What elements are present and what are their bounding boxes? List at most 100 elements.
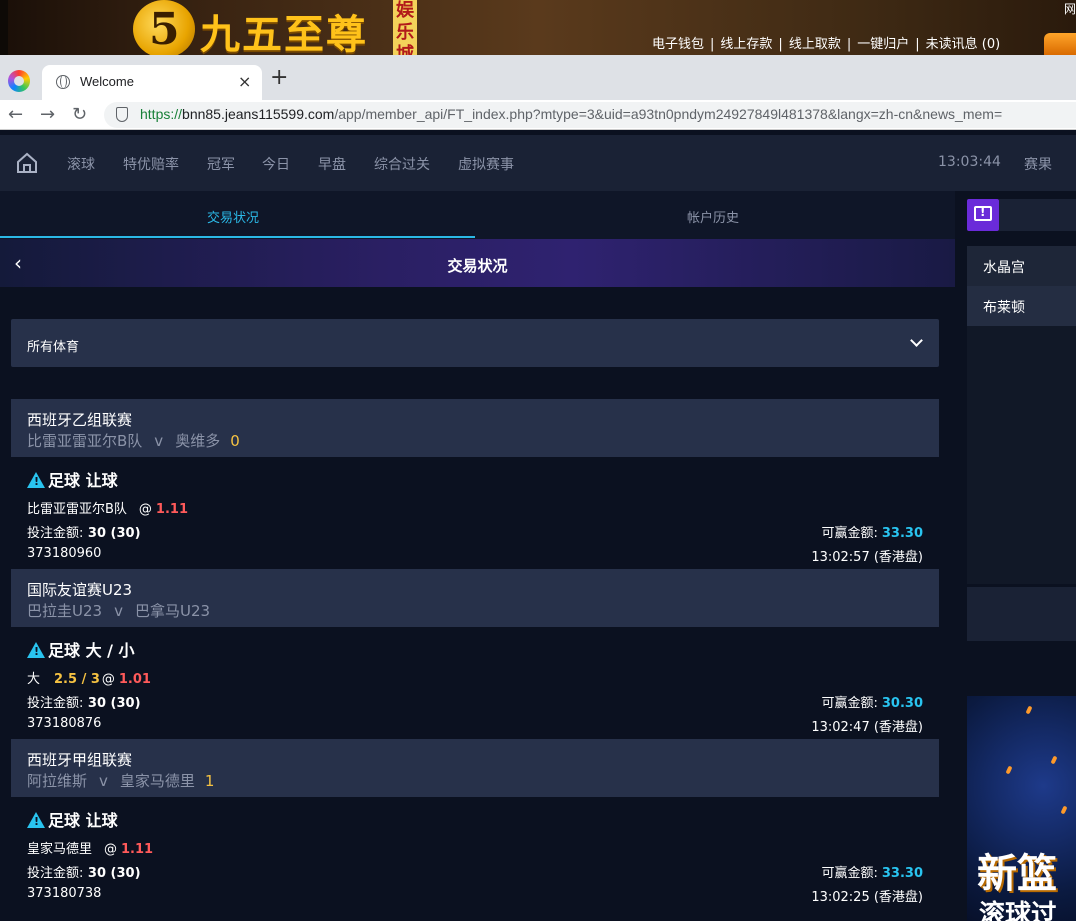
stake: 投注金额: 30 (30) <box>27 862 141 881</box>
security-shield-icon[interactable] <box>116 107 128 122</box>
win-amount: 33.30 <box>881 526 923 541</box>
divider: | <box>710 37 715 52</box>
url-path: /app/member_api/FT_index.php?mtype=3&uid… <box>334 106 1003 122</box>
promo-banner[interactable]: 新篮 滚球过 <box>967 696 1076 921</box>
back-arrow-icon[interactable]: ← <box>8 104 23 125</box>
league-name: 西班牙乙组联赛 <box>27 411 133 429</box>
close-icon[interactable]: × <box>238 72 251 91</box>
link-one-click-transfer[interactable]: 一键归户 <box>857 37 909 52</box>
link-deposit[interactable]: 线上存款 <box>720 37 772 52</box>
divider: | <box>915 37 920 52</box>
bet-selection: 皇家马德里 @1.11 <box>27 838 153 857</box>
nav-item-outright[interactable]: 冠军 <box>207 154 235 174</box>
chevron-down-icon <box>910 334 923 347</box>
brand-logo-icon[interactable]: 5 <box>133 0 195 55</box>
banner-edge <box>0 0 8 55</box>
nav-item-parlay[interactable]: 综合过关 <box>374 154 430 174</box>
nav-item-results[interactable]: 赛果 <box>1024 154 1052 174</box>
home-icon[interactable] <box>15 151 39 175</box>
odds: 1.11 <box>155 502 188 517</box>
stake: 投注金额: 30 (30) <box>27 522 141 541</box>
at-sign: @ <box>101 672 115 687</box>
match-teams: 比雷亚雷亚尔B队 v 奥维多 0 <box>27 430 240 451</box>
link-withdraw[interactable]: 线上取款 <box>789 37 841 52</box>
tab-account-history[interactable]: 帐户历史 <box>687 207 739 226</box>
bet-time: 13:02:47 (香港盘) <box>811 720 923 735</box>
nav-item-early[interactable]: 早盘 <box>318 154 346 174</box>
link-e-wallet[interactable]: 电子钱包 <box>652 37 704 52</box>
logo-digit: 5 <box>149 4 180 55</box>
score: 0 <box>230 432 240 450</box>
brand-tag: 娱乐城 <box>393 0 417 55</box>
sub-tabs: 交易状况 帐户历史 <box>0 191 955 239</box>
sport-filter-dropdown[interactable]: 所有体育 <box>11 319 939 367</box>
potential-win: 可赢金额: 30.30 <box>821 692 923 711</box>
away-team: 皇家马德里 <box>119 772 195 790</box>
match-list: 水晶宫 布莱顿 <box>967 246 1076 584</box>
nav-item-today[interactable]: 今日 <box>262 154 290 174</box>
reload-icon[interactable]: ↻ <box>72 104 87 125</box>
link-unread-messages[interactable]: 未读讯息 (0) <box>926 37 1001 52</box>
tab-transactions[interactable]: 交易状况 <box>207 207 259 226</box>
bet-type: 足球 大 / 小 <box>27 637 135 661</box>
odds: 1.01 <box>118 672 151 687</box>
ticket-number: 373180960 <box>27 546 102 561</box>
league-name: 国际友谊赛U23 <box>27 581 133 599</box>
selection-name: 大 <box>27 672 41 687</box>
stake-amount: 30 (30) <box>87 526 141 541</box>
win-amount: 33.30 <box>881 866 923 881</box>
browser-tab-bar: Welcome × + <box>0 55 1076 100</box>
bet-type: 足球 让球 <box>27 807 118 831</box>
nav-item-in-play[interactable]: 滚球 <box>67 154 95 174</box>
bet-type: 足球 让球 <box>27 467 118 491</box>
divider: | <box>778 37 783 52</box>
win-label: 可赢金额: <box>821 696 878 711</box>
ticket-number: 373180738 <box>27 886 102 901</box>
message-button[interactable] <box>967 199 999 231</box>
bet-type-label: 足球 大 / 小 <box>48 641 135 660</box>
browser-logo-icon[interactable] <box>8 70 30 92</box>
away-team: 巴拿马U23 <box>134 602 211 620</box>
forward-arrow-icon[interactable]: → <box>40 104 55 125</box>
nav-item-best-odds[interactable]: 特优赔率 <box>123 154 179 174</box>
new-tab-button[interactable]: + <box>270 67 288 89</box>
divider: | <box>846 37 852 52</box>
handicap-line: 2.5 / 3 <box>54 672 100 687</box>
match-teams: 巴拉圭U23 v 巴拿马U23 <box>27 600 220 621</box>
active-tab-indicator <box>0 236 475 238</box>
account-links: 电子钱包 | 线上存款 | 线上取款 | 一键归户 | 未读讯息 (0) <box>652 33 1000 52</box>
site-nav: 滚球 特优赔率 冠军 今日 早盘 综合过关 虚拟赛事 13:03:44 赛果 <box>0 135 1076 191</box>
promo-subline: 滚球过 <box>979 900 1058 921</box>
win-label: 可赢金额: <box>821 866 878 881</box>
message-strip <box>999 199 1076 231</box>
corner-button[interactable] <box>1044 33 1076 55</box>
spark-decoration <box>1050 755 1058 765</box>
bet-selection: 比雷亚雷亚尔B队 @1.11 <box>27 498 188 517</box>
team-name: 水晶宫 <box>983 260 1025 276</box>
list-item[interactable]: 布莱顿 <box>967 286 1076 326</box>
main-panel: 交易状况 帐户历史 ‹ 交易状况 所有体育 西班牙乙组联赛 比雷亚雷亚尔B队 v 奥… <box>0 191 955 921</box>
stake-label: 投注金额: <box>27 526 84 541</box>
team-name: 布莱顿 <box>983 300 1025 316</box>
url-scheme: https:// <box>140 106 183 122</box>
corner-text: 网 <box>1063 2 1076 16</box>
vs-label: v <box>154 432 164 450</box>
stake-label: 投注金额: <box>27 866 84 881</box>
home-team: 阿拉维斯 <box>27 772 88 790</box>
globe-icon <box>56 75 70 89</box>
at-sign: @ <box>138 502 152 517</box>
warning-icon <box>27 642 45 658</box>
sport-filter-value: 所有体育 <box>27 340 80 355</box>
potential-win: 可赢金额: 33.30 <box>821 522 923 541</box>
browser-tab[interactable]: Welcome × <box>42 65 262 100</box>
nav-item-virtual[interactable]: 虚拟赛事 <box>458 154 514 174</box>
browser-address-bar: ← → ↻ https://bnn85.jeans115599.com/app/… <box>0 100 1076 130</box>
stake-label: 投注金额: <box>27 696 84 711</box>
stake-amount: 30 (30) <box>87 866 141 881</box>
url-input[interactable]: https://bnn85.jeans115599.com/app/member… <box>104 102 1076 128</box>
warning-icon <box>27 472 45 488</box>
away-team: 奥维多 <box>175 432 221 450</box>
spark-decoration <box>1060 805 1068 815</box>
list-item[interactable]: 水晶宫 <box>967 246 1076 286</box>
tab-title: Welcome <box>80 74 134 89</box>
